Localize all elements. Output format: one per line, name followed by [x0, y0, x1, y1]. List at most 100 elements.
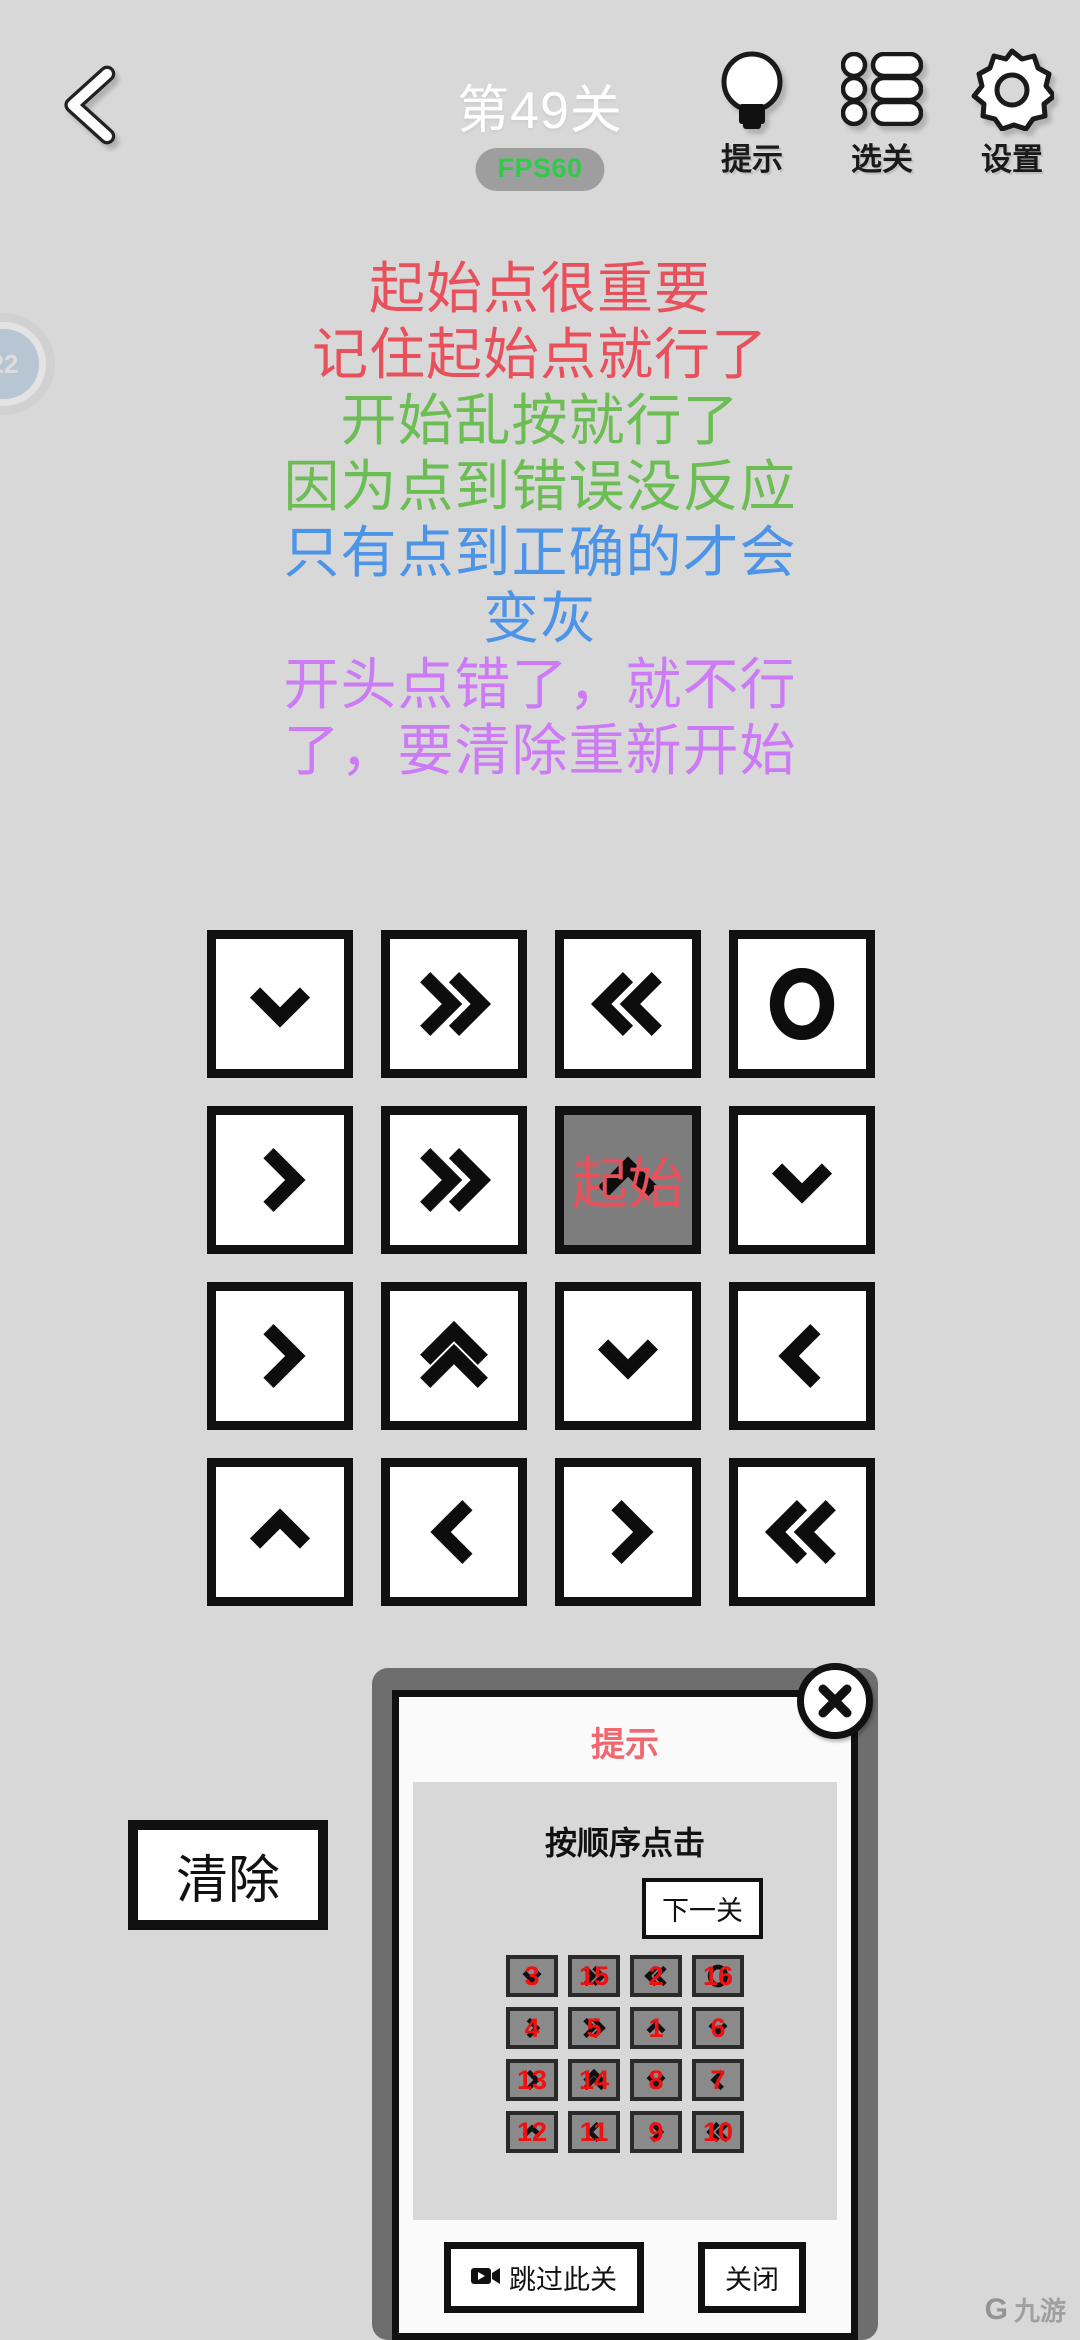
note-line: 了，要清除重新开始 — [283, 719, 797, 782]
puzzle-grid: 起始 — [207, 930, 875, 1606]
dialog-subtitle: 按顺序点击 — [544, 1825, 705, 1861]
solution-order-number: 5 — [586, 2012, 602, 2043]
skip-level-button[interactable]: 跳过此关 — [444, 2242, 644, 2313]
solution-order-number: 1 — [648, 2012, 664, 2043]
chevron-right-icon — [611, 1500, 654, 1564]
settings-button[interactable]: 设置 — [966, 48, 1058, 179]
hint-dialog: 提示 按顺序点击 下一关 3 15 2 16 4 5 1 6 13 14 8 7 12 11 9 10 — [372, 1663, 878, 2340]
hint-label: 提示 — [721, 142, 783, 177]
grid-cell-15[interactable] — [555, 1458, 701, 1606]
grid-cell-1[interactable] — [207, 930, 353, 1078]
watermark-mark: G — [984, 2292, 1008, 2326]
grid-cell-12[interactable] — [729, 1282, 875, 1430]
watermark-text: 九游 — [1013, 2296, 1066, 2326]
solution-cell-11: 8 — [630, 2059, 682, 2101]
note-line: 因为点到错误没反应 — [283, 455, 797, 518]
solution-cell-5: 4 — [506, 2007, 558, 2049]
watermark: G 九游 — [985, 2291, 1066, 2328]
skip-level-label: 跳过此关 — [509, 2265, 617, 2295]
level-select-button[interactable]: 选关 — [836, 48, 928, 179]
fps-badge: FPS60 — [475, 148, 605, 191]
solution-order-number: 6 — [710, 2012, 726, 2043]
grid-cell-10[interactable] — [381, 1282, 527, 1430]
solution-order-number: 2 — [648, 1960, 664, 1991]
solution-order-number: 15 — [578, 1960, 610, 1991]
solution-order-number: 9 — [648, 2116, 664, 2147]
chevron-up-icon — [597, 1156, 659, 1197]
solution-cell-4: 16 — [692, 1955, 744, 1997]
chevron-left-icon — [778, 1324, 821, 1388]
solution-order-number: 7 — [710, 2064, 726, 2095]
note-line: 变灰 — [483, 587, 597, 650]
level-select-label: 选关 — [851, 142, 913, 177]
chevron-down-icon — [597, 1339, 659, 1380]
solution-cell-15: 9 — [630, 2111, 682, 2153]
dialog-footer: 跳过此关 关闭 — [399, 2220, 851, 2333]
grid-cell-9[interactable] — [207, 1282, 353, 1430]
solution-cell-14: 11 — [568, 2111, 620, 2153]
chevron-down-icon — [771, 1163, 833, 1204]
clear-button-label: 清除 — [175, 1851, 280, 1910]
header-actions: 提示 选关 设置 — [706, 48, 1058, 179]
solution-order-number: 11 — [579, 2116, 609, 2147]
grid-cell-8[interactable] — [729, 1106, 875, 1254]
clear-button[interactable]: 清除 — [128, 1820, 328, 1930]
chevron-left-icon — [430, 1500, 473, 1564]
note-line: 记住起始点就行了 — [312, 323, 768, 386]
grid-cell-13[interactable] — [207, 1458, 353, 1606]
grid-cell-3[interactable] — [555, 930, 701, 1078]
note-line: 起始点很重要 — [369, 257, 711, 320]
settings-label: 设置 — [981, 142, 1043, 177]
solution-cell-7: 1 — [630, 2007, 682, 2049]
chevron-right-icon — [263, 1324, 306, 1388]
solution-cell-10: 14 — [568, 2059, 620, 2101]
solution-order-number: 16 — [702, 1960, 734, 1991]
solution-cell-12: 7 — [692, 2059, 744, 2101]
solution-order-number: 12 — [516, 2116, 548, 2147]
solution-order-number: 13 — [516, 2064, 548, 2095]
solution-order-number: 8 — [648, 2064, 664, 2095]
close-dialog-label: 关闭 — [725, 2265, 779, 2295]
next-level-button[interactable]: 下一关 — [642, 1878, 763, 1939]
solution-cell-13: 12 — [506, 2111, 558, 2153]
gear-icon — [970, 48, 1054, 131]
hint-button[interactable]: 提示 — [706, 48, 798, 179]
double-chevron-up-icon — [420, 1320, 488, 1388]
grid-cell-6[interactable] — [381, 1106, 527, 1254]
grid-cell-16[interactable] — [729, 1458, 875, 1606]
dialog-body: 按顺序点击 下一关 3 15 2 16 4 5 1 6 13 14 8 7 12 11 9 10 — [413, 1782, 837, 2220]
solution-order-number: 3 — [524, 1960, 540, 1991]
grid-cell-4[interactable] — [729, 930, 875, 1078]
solution-order-number: 14 — [578, 2064, 610, 2095]
note-line: 只有点到正确的才会 — [283, 521, 797, 584]
video-icon — [471, 2262, 501, 2293]
grid-cell-5[interactable] — [207, 1106, 353, 1254]
close-dialog-button[interactable]: 关闭 — [698, 2242, 806, 2313]
solution-order-number: 4 — [524, 2012, 540, 2043]
solution-cell-2: 15 — [568, 1955, 620, 1997]
solution-cell-3: 2 — [630, 1955, 682, 1997]
close-icon — [818, 1684, 852, 1718]
grid-cell-11[interactable] — [555, 1282, 701, 1430]
solution-grid: 3 15 2 16 4 5 1 6 13 14 8 7 12 11 9 10 — [506, 1955, 744, 2153]
double-chevron-left-icon — [764, 1500, 836, 1564]
grid-cell-14[interactable] — [381, 1458, 527, 1606]
grid-cell-7[interactable]: 起始 — [555, 1106, 701, 1254]
solution-cell-1: 3 — [506, 1955, 558, 1997]
double-chevron-right-icon — [420, 1148, 492, 1212]
circle-icon — [769, 968, 835, 1040]
hint-dialog-inner: 提示 按顺序点击 下一关 3 15 2 16 4 5 1 6 13 14 8 7 12 11 9 10 — [392, 1663, 873, 2340]
double-chevron-left-icon — [590, 972, 662, 1036]
chevron-down-icon — [249, 987, 311, 1028]
next-level-label: 下一关 — [662, 1896, 743, 1926]
instruction-notes: 起始点很重要 记住起始点就行了 开始乱按就行了 因为点到错误没反应 只有点到正确… — [0, 256, 1080, 784]
lightbulb-icon — [713, 48, 791, 130]
dialog-title: 提示 — [591, 1726, 659, 1764]
double-chevron-right-icon — [420, 972, 492, 1036]
note-line: 开始乱按就行了 — [340, 389, 740, 452]
solution-order-number: 10 — [702, 2116, 734, 2147]
grid-cell-2[interactable] — [381, 930, 527, 1078]
game-screen: 第49关 FPS60 提示 选关 设置 2 起始点很重要 记住起始点就行了 开始… — [0, 0, 1080, 2340]
solution-cell-9: 13 — [506, 2059, 558, 2101]
dialog-close-button[interactable] — [797, 1663, 873, 1739]
